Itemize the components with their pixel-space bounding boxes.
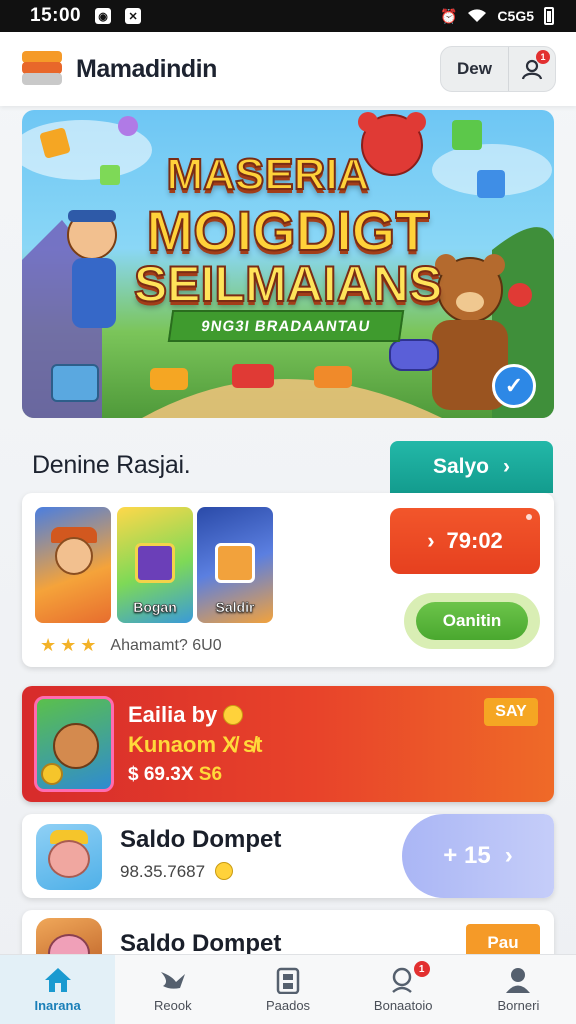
nav-badge: 1 xyxy=(413,961,430,977)
building-icon xyxy=(276,967,300,994)
banner-title-line2: MOIGDIGT xyxy=(145,198,430,263)
salyo-button[interactable]: Salyo › xyxy=(390,441,553,493)
secondary-button-wrap: Oanitin xyxy=(404,593,540,649)
timer-button[interactable]: › 79:02 xyxy=(390,508,540,574)
wallet-card[interactable]: Saldo Dompet 98.35.7687 + 15 › xyxy=(22,814,554,898)
wallet-amount-text: 98.35.7687 xyxy=(120,862,206,881)
close-icon: ✕ xyxy=(125,8,142,24)
profile-icon xyxy=(506,968,531,993)
status-icons: ⏰ C5G5 xyxy=(440,7,554,25)
appbar-actions: Dew 1 xyxy=(440,46,556,92)
nav-item-borneri[interactable]: Borneri xyxy=(461,955,576,1024)
rating: ★ ★ ★ Ahamamt? 6U0 xyxy=(40,635,222,656)
app-title: Mamadindin xyxy=(76,54,217,83)
check-icon[interactable]: ✓ xyxy=(492,364,536,408)
star-icon: ★ xyxy=(80,635,97,655)
status-time: 15:00 xyxy=(30,5,82,26)
nav-item-bonaatoio[interactable]: 1 Bonaatoio xyxy=(346,955,461,1024)
nav-label: Bonaatoio xyxy=(373,998,433,1013)
chevron-right-icon: › xyxy=(427,528,435,553)
game-thumbnail-2[interactable]: Bogan xyxy=(117,507,193,623)
featured-games-card: Bogan Saldir ★ ★ ★ Ahamamt? 6U0 › 79:02 … xyxy=(22,493,554,667)
wallet-amount: 98.35.7687 xyxy=(120,862,234,882)
battery-icon xyxy=(544,7,554,25)
chevron-right-icon: › xyxy=(504,842,513,869)
user-button[interactable]: 1 xyxy=(509,47,555,91)
chevron-right-icon: › xyxy=(503,455,511,478)
camera-icon: ◉ xyxy=(95,8,112,24)
star-icon: ★ xyxy=(40,635,57,655)
promo-banner[interactable]: MASERIA MOIGDIGT SEILMAIANS 9NG3I BRADAA… xyxy=(22,110,554,418)
bird-icon xyxy=(160,972,185,989)
banner-title-line1: MASERIA xyxy=(166,149,371,200)
dew-button[interactable]: Dew xyxy=(441,47,509,91)
rating-text: Ahamamt? 6U0 xyxy=(110,636,222,654)
topup-value: + 15 xyxy=(443,842,491,869)
game-thumbnail-3[interactable]: Saldir xyxy=(197,507,273,623)
thumbnail-label: Bogan xyxy=(133,599,177,616)
app-bar: Mamadindin Dew 1 xyxy=(0,32,576,106)
offer-card[interactable]: Eailia by Kunaom X̸ s̸t $ 69.3X S6 SAY xyxy=(22,686,554,802)
star-icon: ★ xyxy=(60,635,77,655)
alarm-icon: ⏰ xyxy=(439,7,458,24)
section-title: Denine Rasjai. xyxy=(32,451,191,479)
dot-icon xyxy=(526,514,532,520)
home-icon xyxy=(44,968,71,992)
banner-title-line3: SEILMAIANS xyxy=(133,255,443,313)
nav-item-paados[interactable]: Paados xyxy=(230,955,345,1024)
smiley-icon xyxy=(223,705,244,725)
wallet-avatar xyxy=(36,824,102,890)
network-text: C5G5 xyxy=(497,8,534,24)
timer-value: 79:02 xyxy=(446,528,503,553)
offer-line2: Kunaom X̸ s̸t xyxy=(128,732,263,757)
offer-line1-text: Eailia by xyxy=(128,702,218,727)
game-thumbnail-1[interactable] xyxy=(35,507,111,623)
secondary-button[interactable]: Oanitin xyxy=(416,602,528,640)
wallet-title: Saldo Dompet xyxy=(120,826,282,853)
offer-thumbnail xyxy=(34,696,114,792)
banner-ribbon: 9NG3I BRADAANTAU xyxy=(167,310,405,342)
offer-line3: $ 69.3X S6 xyxy=(128,764,222,786)
smiley-icon xyxy=(215,862,234,880)
nav-item-reook[interactable]: Reook xyxy=(115,955,230,1024)
say-badge[interactable]: SAY xyxy=(484,698,538,726)
wifi-icon xyxy=(468,9,487,22)
nav-label: Paados xyxy=(265,998,311,1013)
offer-line1: Eailia by xyxy=(128,702,244,728)
bottom-nav: Inarana Reook Paados 1 Bonaatoio Borneri xyxy=(0,954,576,1024)
nav-label: Inarana xyxy=(34,998,81,1013)
nav-label: Reook xyxy=(154,998,192,1013)
nav-item-home[interactable]: Inarana xyxy=(0,955,116,1024)
thumbnail-label: Saldir xyxy=(215,599,255,616)
salyo-label: Salyo xyxy=(432,455,490,478)
app-logo-icon xyxy=(20,49,64,89)
status-bar: 15:00 ◉ ✕ ⏰ C5G5 xyxy=(0,0,576,32)
nav-label: Borneri xyxy=(497,998,540,1013)
topup-button[interactable]: + 15 › xyxy=(402,814,554,898)
user-badge: 1 xyxy=(536,50,550,64)
offer-suffix: S6 xyxy=(198,764,223,785)
offer-amount: $ 69.3X xyxy=(128,764,194,785)
coin-icon xyxy=(41,763,63,785)
